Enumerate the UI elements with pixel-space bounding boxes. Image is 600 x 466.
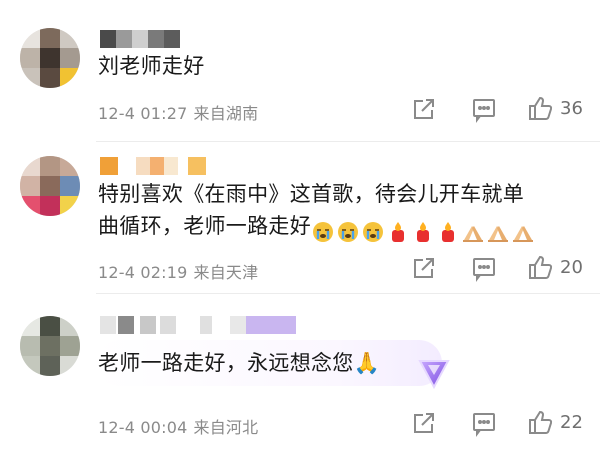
praying-hands-icon — [486, 220, 510, 242]
crying-face-icon — [361, 220, 385, 242]
comment-icon[interactable] — [470, 95, 498, 123]
share-icon[interactable] — [410, 95, 438, 123]
comment-item: 刘老师走好 12-4 01:27 来自湖南 36 — [0, 0, 600, 142]
comment-item: 特别喜欢《在雨中》这首歌，待会儿开车就单 曲循环，老师一路走好 12-4 02:… — [0, 142, 600, 294]
crying-face-icon — [336, 220, 360, 242]
like-count: 36 — [560, 98, 583, 119]
comment-text: 老师一路走好，永远想念您🙏 — [98, 351, 381, 375]
username-obscured[interactable] — [100, 316, 300, 334]
share-icon[interactable] — [410, 409, 438, 437]
comment-time: 12-4 00:04 — [98, 418, 188, 437]
comment-meta: 12-4 02:19 来自天津 — [98, 259, 258, 283]
comment-location: 来自天津 — [193, 263, 259, 282]
praying-hands-icon — [511, 220, 535, 242]
comment-icon[interactable] — [470, 254, 498, 282]
comment-text: 特别喜欢《在雨中》这首歌，待会儿开车就单 曲循环，老师一路走好 — [98, 178, 536, 246]
emoji-group — [311, 214, 536, 246]
comment-meta: 12-4 00:04 来自河北 — [98, 414, 258, 438]
avatar[interactable] — [20, 316, 80, 376]
username-obscured[interactable] — [100, 30, 190, 48]
comment-time: 12-4 01:27 — [98, 104, 188, 123]
avatar[interactable] — [20, 28, 80, 88]
like-icon[interactable] — [526, 253, 554, 281]
comment-text: 刘老师走好 — [98, 54, 205, 78]
like-count: 20 — [560, 257, 583, 278]
comment-time: 12-4 02:19 — [98, 263, 188, 282]
diamond-badge-icon — [416, 357, 452, 390]
comment-text-line: 曲循环，老师一路走好 — [98, 210, 536, 246]
like-icon[interactable] — [526, 94, 554, 122]
comment-text-line: 特别喜欢《在雨中》这首歌，待会儿开车就单 — [98, 182, 524, 206]
avatar[interactable] — [20, 156, 80, 216]
comment-location: 来自湖南 — [193, 104, 259, 123]
praying-hands-icon — [461, 220, 485, 242]
username-obscured[interactable] — [100, 157, 220, 175]
share-icon[interactable] — [410, 254, 438, 282]
like-icon[interactable] — [526, 408, 554, 436]
candle-icon — [436, 220, 460, 242]
candle-icon — [386, 220, 410, 242]
like-count: 22 — [560, 412, 583, 433]
crying-face-icon — [311, 220, 335, 242]
comment-icon[interactable] — [470, 409, 498, 437]
comment-location: 来自河北 — [193, 418, 259, 437]
comment-text-line-2: 曲循环，老师一路走好 — [98, 214, 311, 238]
candle-icon — [411, 220, 435, 242]
comment-meta: 12-4 01:27 来自湖南 — [98, 100, 258, 124]
comment-item: 老师一路走好，永远想念您🙏 12-4 00:04 来自河北 22 — [0, 294, 600, 466]
